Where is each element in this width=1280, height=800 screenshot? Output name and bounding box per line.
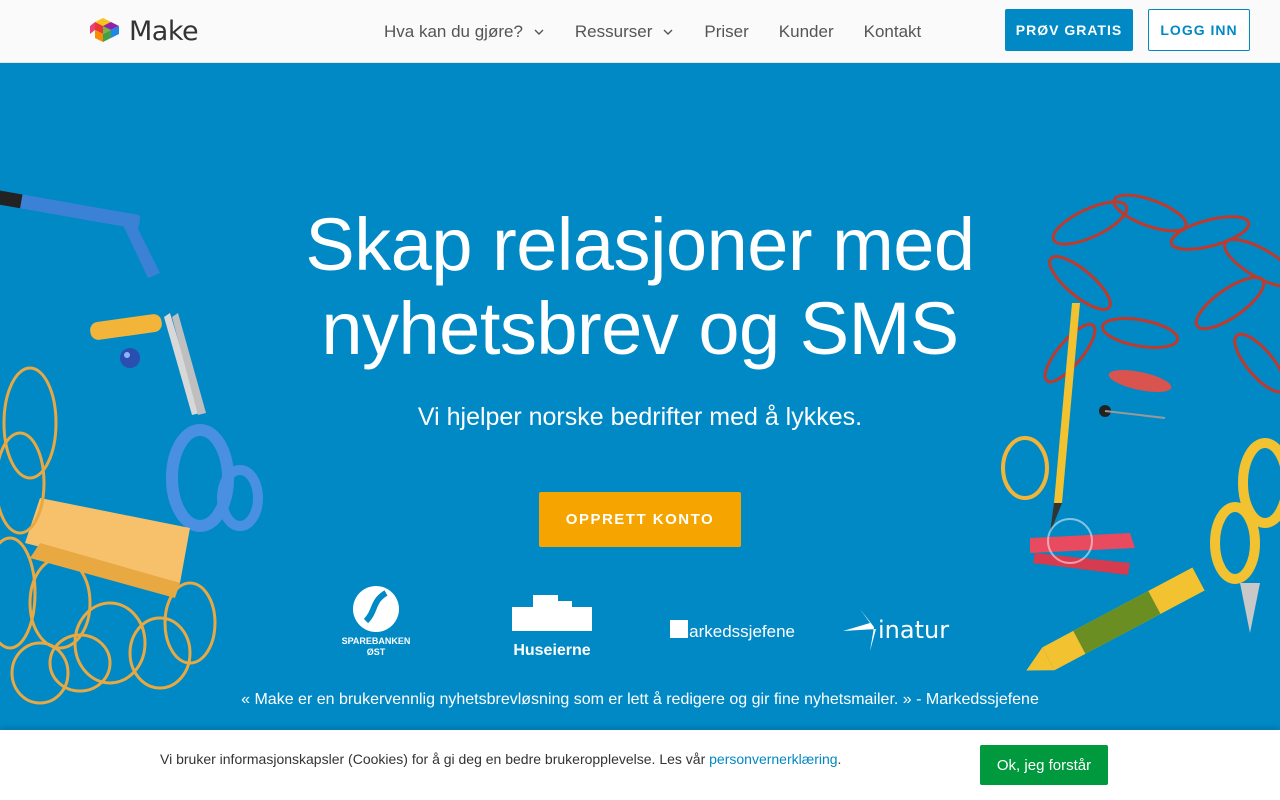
huseierne-logo: Huseierne <box>512 595 592 659</box>
chevron-down-icon <box>534 29 544 35</box>
inatur-logo: inatur <box>843 609 949 651</box>
site-header: Make Hva kan du gjøre? Ressurser Priser … <box>0 0 1280 63</box>
main-nav: Hva kan du gjøre? Ressurser Priser Kunde… <box>384 0 951 63</box>
nav-item-features[interactable]: Hva kan du gjøre? <box>384 22 545 42</box>
headline-line-1: Skap relasjoner med <box>305 203 975 286</box>
login-button[interactable]: LOGG INN <box>1148 9 1250 51</box>
sparebanken-ost-logo: SPAREBANKEN ØST <box>342 586 411 657</box>
privacy-policy-link[interactable]: personvernerklæring <box>709 751 837 767</box>
try-free-button[interactable]: PRØV GRATIS <box>1005 9 1133 51</box>
chevron-down-icon <box>663 29 673 35</box>
brand-name: Make <box>129 16 199 47</box>
cookie-text: Vi bruker informasjonskapsler (Cookies) … <box>160 751 841 767</box>
nav-item-label: Kontakt <box>863 21 922 41</box>
customer-logos: SPAREBANKEN ØST Huseierne markedssjefene… <box>342 586 949 659</box>
markedssjefene-logo: markedssjefene <box>670 620 795 641</box>
hero-section: Skap relasjoner med nyhetsbrev og SMS Vi… <box>0 63 1280 730</box>
customer-quote: « Make er en brukervennlig nyhetsbrevløs… <box>241 691 1039 708</box>
cookie-message: Vi bruker informasjonskapsler (Cookies) … <box>160 751 710 767</box>
nav-item-label: Ressurser <box>574 21 653 41</box>
hero-headline: Skap relasjoner med nyhetsbrev og SMS <box>0 203 1280 371</box>
create-account-button[interactable]: OPPRETT KONTO <box>539 492 741 547</box>
nav-item-pricing[interactable]: Priser <box>704 22 748 42</box>
brand-logo[interactable]: Make <box>89 16 199 47</box>
cookie-message-end: . <box>837 751 842 767</box>
accept-cookies-button[interactable]: Ok, jeg forstår <box>980 745 1108 785</box>
nav-item-resources[interactable]: Ressurser <box>575 22 674 42</box>
cookie-banner: Vi bruker informasjonskapsler (Cookies) … <box>0 730 1280 800</box>
nav-item-label: Hva kan du gjøre? <box>384 21 523 41</box>
nav-item-customers[interactable]: Kunder <box>779 22 834 42</box>
make-cube-icon <box>90 17 119 42</box>
headline-line-2: nyhetsbrev og SMS <box>321 287 959 370</box>
inatur-label: inatur <box>878 616 949 644</box>
nav-item-label: Kunder <box>778 21 834 41</box>
sparebanken-sub-label: ØST <box>367 647 386 657</box>
sparebanken-label: SPAREBANKEN <box>342 636 411 646</box>
markedssjefene-label: markedssjefene <box>675 622 795 641</box>
nav-item-label: Priser <box>704 21 749 41</box>
nav-item-contact[interactable]: Kontakt <box>864 22 922 42</box>
huseierne-label: Huseierne <box>513 642 590 659</box>
hero-subline: Vi hjelper norske bedrifter med å lykkes… <box>417 403 863 431</box>
